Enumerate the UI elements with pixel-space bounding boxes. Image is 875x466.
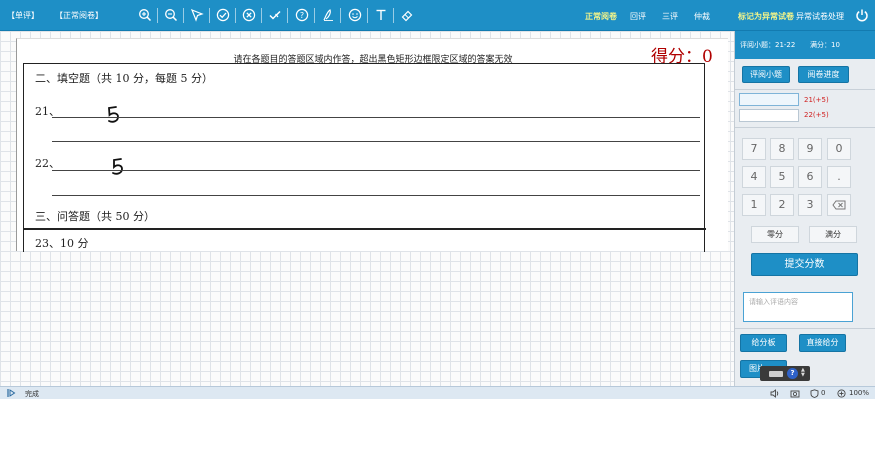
svg-text:?: ? [300,11,304,20]
section-3-title: 三、问答题（共 50 分） [35,210,155,223]
mode-single-button[interactable]: 【单评】 [7,10,39,21]
answer-line [52,170,700,171]
keypad-5-button[interactable]: 5 [770,166,794,188]
eraser-icon[interactable] [400,8,414,22]
emoji-icon[interactable] [348,8,362,22]
question-21-handwritten-answer [108,106,119,123]
question-22-score-input[interactable] [739,109,799,122]
section-2-title: 二、填空题（共 10 分，每题 5 分） [35,72,213,85]
mode-normal-button[interactable]: 【正常阅卷】 [55,10,103,21]
wrong-icon[interactable] [242,8,256,22]
link-arbitration[interactable]: 仲裁 [694,11,710,22]
answer-line [52,195,700,196]
help-icon[interactable]: ? [787,368,798,379]
toolbar-divider [157,8,158,23]
camera-icon[interactable] [790,389,800,400]
answer-line [52,141,700,142]
scoring-panel: 评阅小题：21-22 满分：10 评阅小题 阅卷进度 21(+5) 22(+5)… [734,31,875,386]
review-progress-button[interactable]: 阅卷进度 [798,66,849,83]
keypad-3-button[interactable]: 3 [798,194,822,216]
power-icon[interactable] [855,8,869,22]
question-22-label: 22、 [35,157,60,170]
keyboard-icon[interactable] [769,371,783,377]
keypad-1-button[interactable]: 1 [742,194,766,216]
backspace-icon [832,200,846,210]
keypad-4-button[interactable]: 4 [742,166,766,188]
correct-icon[interactable] [216,8,230,22]
toolbar-divider [261,8,262,23]
panel-header: 评阅小题：21-22 满分：10 [735,31,875,59]
status-text: 完成 [25,390,39,398]
link-third-review[interactable]: 三评 [662,11,678,22]
keypad-7-button[interactable]: 7 [742,138,766,160]
app-window: 【单评】 【正常阅卷】 ? 正常阅卷 回评 三评 仲裁 标记为异常试卷 异常试卷… [0,0,875,466]
keypad-2-button[interactable]: 2 [770,194,794,216]
panel-divider [735,89,875,90]
toolbar-divider [314,8,315,23]
submit-score-button[interactable]: 提交分数 [751,253,858,276]
toolbar-divider [340,8,341,23]
answer-canvas[interactable]: 请在各题目的答题区域内作答，超出黑色矩形边框限定区域的答案无效 得分：0 二、填… [0,31,734,386]
link-re-review[interactable]: 回评 [630,11,646,22]
text-icon[interactable] [374,8,388,22]
score-board-button[interactable]: 给分板 [740,334,787,352]
zero-score-button[interactable]: 零分 [751,226,799,243]
top-toolbar: 【单评】 【正常阅卷】 ? 正常阅卷 回评 三评 仲裁 标记为异常试卷 异常试卷… [0,0,875,31]
zoom-icon[interactable] [837,389,846,400]
backspace-button[interactable] [827,194,851,216]
direct-score-button[interactable]: 直接给分 [799,334,846,352]
answer-line [52,117,700,118]
keypad-0-button[interactable]: 0 [827,138,851,160]
toolbar-divider [367,8,368,23]
floating-control[interactable]: ? ▲ ▼ [760,366,810,381]
toolbar-divider [287,8,288,23]
zoom-in-icon[interactable] [138,8,152,22]
pen-icon[interactable] [321,8,335,22]
question-icon[interactable]: ? [295,8,309,22]
link-mark-abnormal[interactable]: 标记为异常试卷 [738,11,794,22]
keypad-6-button[interactable]: 6 [798,166,822,188]
speaker-icon[interactable] [770,389,780,400]
question-23-label: 23、10 分 [35,237,89,250]
toolbar-divider [183,8,184,23]
question-21-score-input[interactable] [739,93,799,106]
half-check-icon[interactable] [268,8,282,22]
panel-divider [735,127,875,128]
panel-divider [735,328,875,329]
full-score-button[interactable]: 满分 [809,226,857,243]
answer-frame: 二、填空题（共 10 分，每题 5 分） 21、 22、 三、问答题（共 50 … [23,63,706,252]
keypad-8-button[interactable]: 8 [770,138,794,160]
pointer-icon[interactable] [190,8,204,22]
zoom-out-icon[interactable] [164,8,178,22]
comment-input[interactable]: 请输入评语内容 [743,292,853,322]
keypad-9-button[interactable]: 9 [798,138,822,160]
toolbar-divider [235,8,236,23]
status-bar: 完成 0 100% [0,386,875,399]
question-22-score-label: 22(+5) [804,111,829,119]
question-22-handwritten-answer [112,158,123,175]
shield-count: 0 [821,389,826,397]
sidebar-toggle-icon[interactable] [7,389,16,399]
review-item-label: 评阅小题：21-22 [740,41,796,49]
answer-sheet: 请在各题目的答题区域内作答，超出黑色矩形边框限定区域的答案无效 得分：0 二、填… [16,38,728,252]
keypad-dot-button[interactable]: . [827,166,851,188]
full-score-label: 满分：10 [810,41,840,49]
section-divider [24,228,706,230]
chevron-down-icon[interactable]: ▲ ▼ [801,368,805,378]
link-normal-review[interactable]: 正常阅卷 [585,11,617,22]
toolbar-divider [393,8,394,23]
question-21-score-label: 21(+5) [804,96,829,104]
review-item-button[interactable]: 评阅小题 [742,66,790,83]
link-abnormal-handling[interactable]: 异常试卷处理 [796,11,844,22]
shield-icon[interactable] [810,389,819,400]
zoom-level[interactable]: 100% [849,389,869,397]
toolbar-divider [209,8,210,23]
